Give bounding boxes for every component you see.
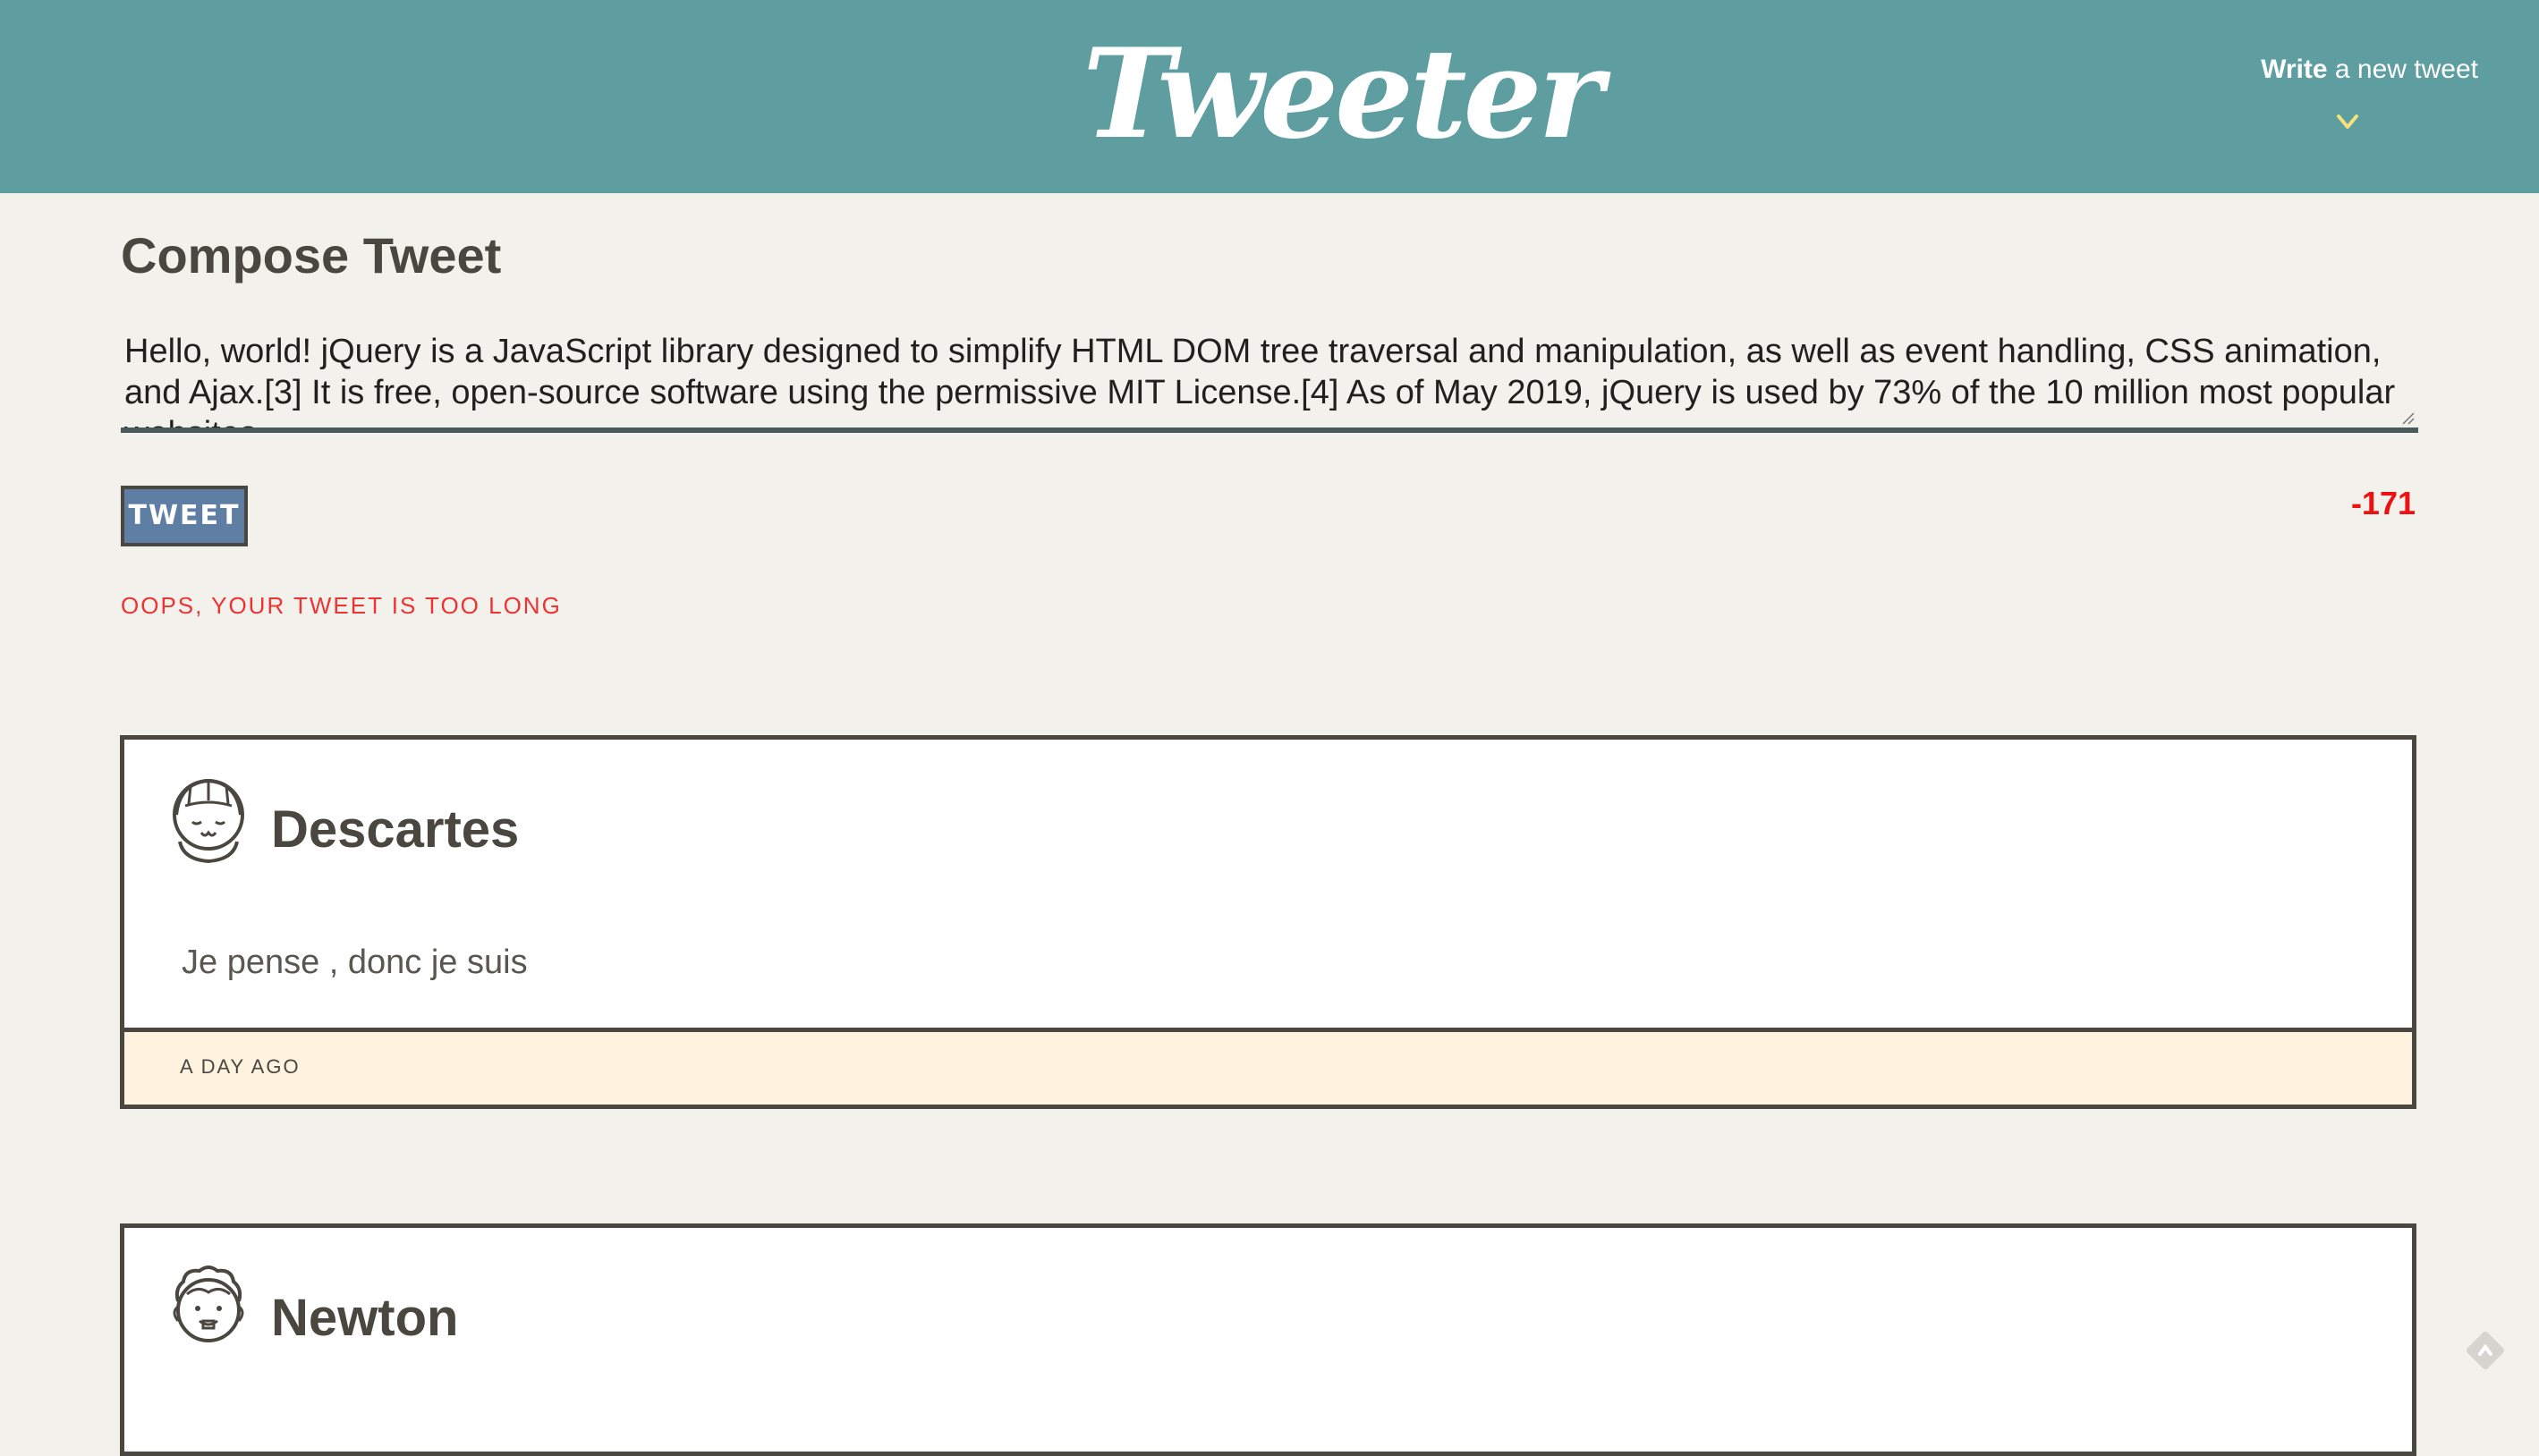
- tweet-author: Newton: [271, 1289, 459, 1347]
- tweet-timestamp: A DAY AGO: [180, 1055, 301, 1078]
- write-new-tweet-label: Write a new tweet: [2210, 52, 2478, 88]
- character-counter: -171: [2350, 485, 2416, 521]
- top-nav: Tweeter Write a new tweet: [0, 0, 2539, 193]
- logo[interactable]: Tweeter: [1083, 27, 1603, 161]
- write-label-rest: a new tweet: [2327, 55, 2478, 84]
- scroll-top-icon[interactable]: [2460, 1325, 2510, 1376]
- tweet-card: Descartes Je pense , donc je suis A DAY …: [120, 735, 2416, 1109]
- write-new-tweet-toggle[interactable]: Write a new tweet: [2210, 52, 2478, 150]
- error-message: OOPS, YOUR TWEET IS TOO LONG: [121, 592, 562, 619]
- tweet-content: Je pense , donc je suis: [182, 944, 528, 981]
- tweet-author: Descartes: [271, 800, 520, 859]
- tweet-card: Newton: [120, 1223, 2416, 1456]
- avatar-icon: [173, 778, 244, 864]
- tweet-button[interactable]: TWEET: [121, 486, 248, 546]
- tweet-text-input[interactable]: Hello, world! jQuery is a JavaScript lib…: [121, 327, 2418, 433]
- write-label-bold: Write: [2261, 55, 2328, 84]
- avatar-icon: [173, 1266, 244, 1342]
- tweet-footer: A DAY AGO: [124, 1028, 2412, 1105]
- resize-grip-icon[interactable]: [2401, 411, 2416, 426]
- compose-title: Compose Tweet: [121, 227, 502, 284]
- chevron-down-icon[interactable]: [2335, 109, 2360, 134]
